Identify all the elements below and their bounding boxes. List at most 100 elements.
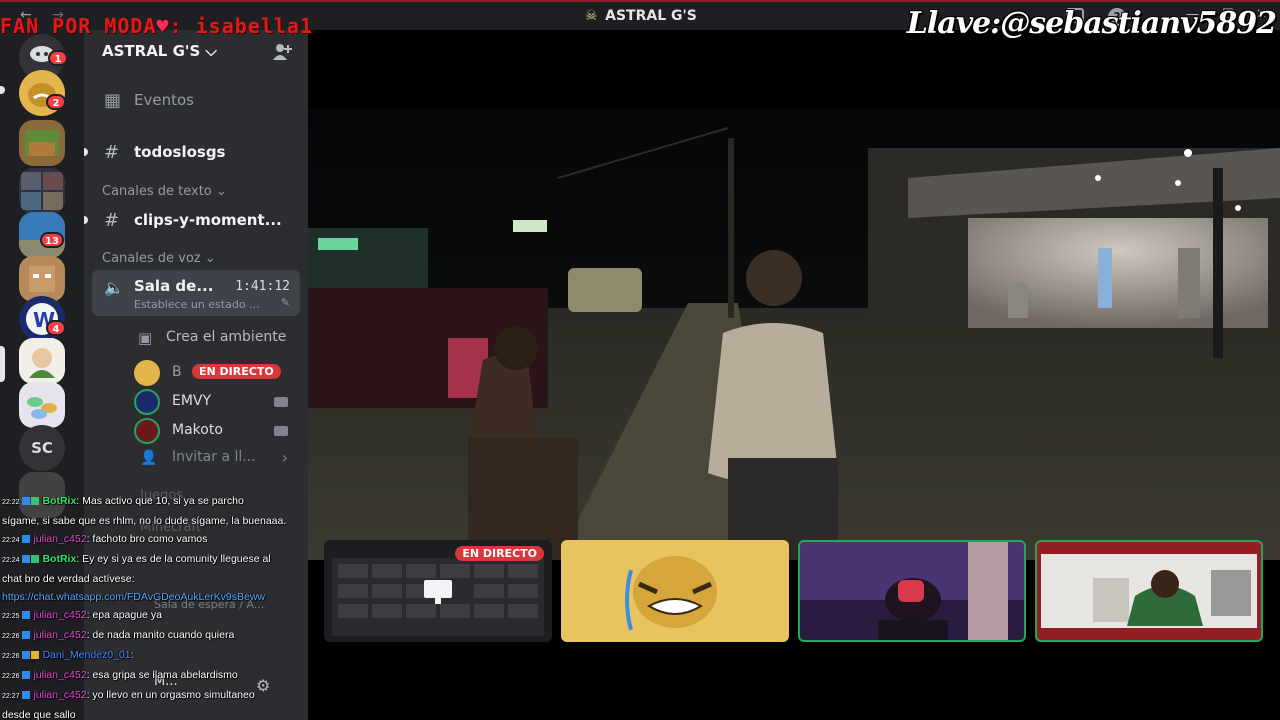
category-text-channels[interactable]: Canales de texto ⌄ — [102, 184, 227, 199]
server-skull-icon: ☠ — [584, 8, 598, 24]
server-icon-minecraft[interactable] — [19, 120, 65, 166]
fan-suffix: : isabella1 — [169, 14, 313, 38]
chat-text-continued: sígame, si sabe que es rhlm, no lo dude … — [2, 515, 287, 527]
b-avatar-face — [625, 556, 717, 631]
server-icon-group-photo[interactable] — [19, 168, 65, 214]
llave-overlay-text: Llave:@sebastianv5892 — [906, 6, 1277, 41]
badge-icon — [21, 631, 30, 640]
voice-channel-sala[interactable]: 🔈 Sala de... 1:41:12 Establece un estado… — [92, 270, 300, 316]
badge-icon — [30, 497, 39, 506]
chat-timestamp: 22:24 — [2, 537, 20, 544]
badge-icon — [21, 611, 30, 620]
chat-text: : epa apague ya — [86, 609, 162, 621]
hash-icon: # — [104, 210, 120, 231]
server-name[interactable]: ASTRAL G'S ⌵ — [102, 42, 217, 60]
chevron-down-icon: ⌵ — [205, 42, 217, 60]
chat-username: BotRix — [42, 495, 77, 507]
chat-timestamp: 22:24 — [2, 557, 20, 564]
unread-pill — [84, 148, 88, 156]
category-voice-channels[interactable]: Canales de voz ⌄ — [102, 251, 216, 266]
invite-button[interactable]: 👤 Invitar a ll... › — [128, 442, 298, 474]
chat-message: 22:26 Dani_Mendez0_01: — [0, 646, 308, 666]
badge-icon — [21, 497, 30, 506]
activity-label: Crea el ambiente — [166, 329, 287, 345]
chat-timestamp: 22:26 — [2, 653, 20, 660]
events-label: Eventos — [134, 91, 194, 109]
fan-overlay-text: FAN POR MODA♥: isabella1 — [0, 14, 313, 38]
chat-text-continued: chat bro de verdad actívese: — [2, 573, 135, 585]
chat-timestamp: 22:25 — [2, 613, 20, 620]
badge-icon — [30, 651, 39, 660]
live-badge: EN DIRECTO — [192, 364, 281, 379]
chat-message: 22:26 julian_c452: de nada manito cuando… — [0, 626, 308, 646]
chat-username: julian_c452 — [33, 629, 87, 641]
heart-icon: ♥ — [156, 14, 170, 38]
chat-username: BotRix — [42, 553, 77, 565]
unread-pill — [0, 86, 5, 94]
voice-member-b[interactable]: B EN DIRECTO — [134, 360, 294, 386]
chat-username: Dani_Mendez0_01 — [42, 649, 131, 661]
pencil-icon[interactable]: ✎ — [281, 296, 290, 309]
stream-stage: EN DIRECTO — [308, 30, 1280, 720]
person-icon: 👤 — [140, 450, 158, 466]
channel-label: todoslosgs — [134, 143, 226, 161]
calendar-icon: ▦ — [104, 90, 122, 111]
channel-todoslosgs[interactable]: # todoslosgs — [92, 136, 300, 168]
avatar — [134, 360, 160, 386]
participant-tile-makoto[interactable] — [1035, 540, 1263, 642]
emvy-webcam — [798, 540, 1026, 642]
category-label: Canales de texto — [102, 184, 212, 199]
game-stream-video[interactable] — [308, 108, 1280, 560]
chat-text: : esa gripa se llama abelardismo — [86, 669, 238, 681]
member-name: EMVY — [172, 393, 212, 409]
participant-tile-b[interactable] — [561, 540, 789, 642]
chat-timestamp: 22:27 — [2, 693, 20, 700]
fan-label: FAN POR MODA — [0, 14, 157, 38]
activity-button[interactable]: ▣ Crea el ambiente — [128, 322, 298, 354]
server-icon-astral-gs[interactable] — [19, 338, 65, 384]
chat-text: : Mas activo que 10, si ya se parcho — [76, 495, 244, 507]
chat-username: julian_c452 — [33, 669, 87, 681]
member-name: Makoto — [172, 422, 223, 438]
chat-timestamp: 22:26 — [2, 673, 20, 680]
voice-status: Establece un estado ... — [134, 298, 260, 311]
events-item[interactable]: ▦ Eventos — [92, 84, 300, 116]
badge-icon — [30, 555, 39, 564]
invite-label: Invitar a ll... — [172, 449, 256, 465]
avatar — [134, 418, 160, 444]
camera-icon — [274, 426, 288, 436]
chat-link[interactable]: https://chat.whatsapp.com/FDAvGDeoAukLer… — [0, 588, 308, 606]
hash-icon: # — [104, 142, 120, 163]
badge-icon — [21, 671, 30, 680]
chat-message: 22:24 BotRix: Ey ey si ya es de la comun… — [0, 550, 308, 570]
chat-text: : — [130, 649, 134, 661]
chat-message: 22:24 julian_c452: fachoto bro como vamo… — [0, 530, 308, 550]
server-icon-pills[interactable] — [19, 382, 65, 428]
add-user-icon[interactable] — [272, 43, 292, 61]
chevron-right-icon: › — [281, 448, 288, 467]
participant-tile-emvy[interactable] — [798, 540, 1026, 642]
chat-text: : Ey ey si ya es de la comunity lleguese… — [76, 553, 271, 565]
makoto-webcam — [1035, 540, 1263, 642]
category-label: Canales de voz — [102, 251, 201, 266]
chat-text: : yo llevo en un orgasmo simultaneo — [86, 689, 255, 701]
chat-message: 22:27 julian_c452: yo llevo en un orgasm… — [0, 686, 308, 706]
chat-message: 22:26 julian_c452: esa gripa se llama ab… — [0, 666, 308, 686]
chat-text: : de nada manito cuando quiera — [86, 629, 235, 641]
server-mention-badge: 4 — [46, 320, 66, 336]
gta-night-street-scene — [308, 108, 1280, 560]
badge-icon — [21, 691, 30, 700]
server-mention-badge: 13 — [40, 232, 64, 248]
voice-member-makoto[interactable]: Makoto — [134, 418, 294, 444]
screen-share-tile[interactable]: EN DIRECTO — [324, 540, 552, 642]
channel-label: clips-y-moment... — [134, 211, 282, 229]
chat-text: : fachoto bro como vamos — [86, 533, 208, 545]
badge-icon — [21, 555, 30, 564]
server-icon-sc[interactable]: SC — [19, 425, 65, 471]
server-mention-badge: 2 — [46, 94, 66, 110]
window-title-label: ASTRAL G'S — [605, 8, 697, 24]
badge-icon — [21, 535, 30, 544]
channel-clips[interactable]: # clips-y-moment... — [92, 204, 300, 236]
voice-member-emvy[interactable]: EMVY — [134, 389, 294, 415]
chat-text-continued: desde que sallo — [2, 709, 76, 720]
